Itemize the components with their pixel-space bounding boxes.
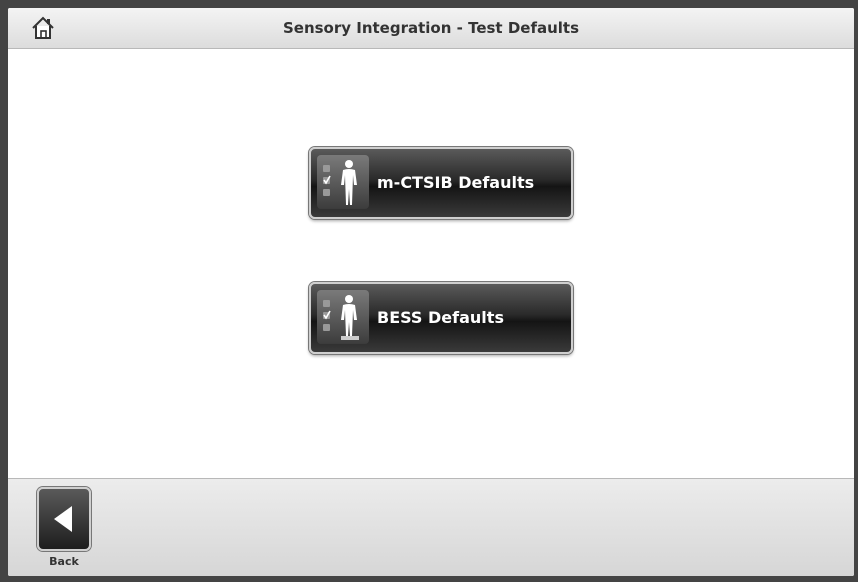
person-checklist-icon	[317, 155, 369, 209]
mctsib-defaults-label: m-CTSIB Defaults	[377, 173, 535, 192]
person-checklist-platform-icon	[317, 290, 369, 344]
back-button[interactable]	[37, 487, 91, 551]
main-content: m-CTSIB Defaults BESS Defaults	[8, 49, 854, 478]
bess-defaults-label: BESS Defaults	[377, 308, 504, 327]
app-screen: Sensory Integration - Test Defaults m-CT…	[8, 8, 854, 576]
device-frame: Sensory Integration - Test Defaults m-CT…	[0, 0, 858, 582]
back-arrow-icon	[54, 506, 72, 532]
home-icon	[32, 16, 54, 39]
mctsib-defaults-button[interactable]: m-CTSIB Defaults	[309, 147, 573, 219]
bess-defaults-button[interactable]: BESS Defaults	[309, 282, 573, 354]
title-bar: Sensory Integration - Test Defaults	[8, 8, 854, 49]
page-title: Sensory Integration - Test Defaults	[282, 19, 580, 37]
footer-bar: Back	[8, 478, 854, 576]
back-label: Back	[49, 555, 79, 568]
home-button[interactable]	[30, 15, 56, 41]
